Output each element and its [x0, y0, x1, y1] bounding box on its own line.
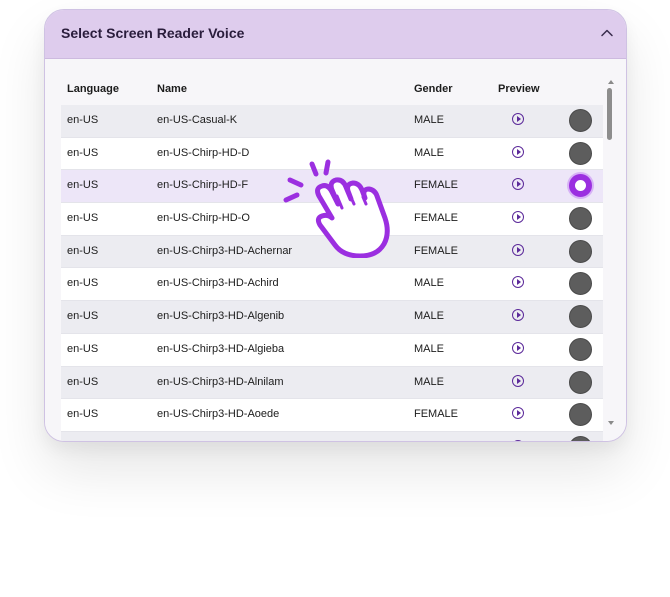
table-row[interactable]: en-US en-US-Chirp-HD-F FEMALE — [61, 170, 603, 204]
language-cell: en-US — [67, 408, 99, 421]
table-row[interactable]: en-US en-US-Chirp3-HD-Algieba MALE — [61, 333, 603, 367]
play-preview-icon[interactable] — [512, 178, 524, 191]
gender-cell: MALE — [414, 375, 444, 388]
gender-cell: FEMALE — [414, 408, 459, 421]
table-row[interactable]: en-US en-US-Chirp-HD-D MALE — [61, 137, 603, 171]
voice-list[interactable]: Language Name Gender Preview en-US en-US-… — [45, 59, 626, 441]
voice-name-cell: en-US-Chirp3-HD-Alnilam — [157, 375, 284, 388]
voice-select-radio[interactable] — [569, 403, 592, 427]
gender-cell: MALE — [414, 342, 444, 355]
voice-select-panel: Select Screen Reader Voice Language Name… — [44, 9, 627, 442]
play-preview-icon[interactable] — [512, 407, 524, 420]
language-cell: en-US — [67, 375, 99, 388]
voice-name-cell: en-US-Chirp3-HD-Achird — [157, 277, 279, 290]
voice-name-cell: en-US-Chirp3-HD-Achernar — [157, 244, 293, 257]
voice-select-radio[interactable] — [569, 370, 592, 394]
language-cell: en-US — [67, 212, 99, 225]
table-row[interactable] — [61, 431, 603, 441]
language-cell: en-US — [67, 114, 99, 126]
gender-cell: MALE — [414, 146, 444, 159]
voice-select-radio[interactable] — [569, 305, 592, 329]
gender-cell: MALE — [414, 277, 444, 290]
voice-name-cell: en-US-Chirp-HD-D — [157, 146, 250, 159]
panel-header[interactable]: Select Screen Reader Voice — [45, 10, 626, 59]
table-row[interactable]: en-US en-US-Chirp3-HD-Achird MALE — [61, 268, 603, 302]
table-row[interactable]: en-US en-US-Chirp3-HD-Aoede FEMALE — [61, 399, 603, 432]
language-cell: en-US — [67, 310, 99, 323]
voice-select-radio[interactable] — [569, 239, 592, 263]
voice-select-radio[interactable] — [569, 141, 592, 165]
play-preview-icon[interactable] — [512, 374, 524, 387]
table-row[interactable]: en-US en-US-Chirp3-HD-Achernar FEMALE — [61, 235, 603, 269]
play-preview-icon[interactable] — [512, 309, 524, 322]
language-cell: en-US — [67, 146, 99, 159]
column-header-preview: Preview — [498, 83, 540, 95]
voice-select-radio[interactable] — [569, 435, 592, 441]
voice-select-radio[interactable] — [569, 272, 592, 296]
scroll-up-arrow-icon[interactable] — [608, 80, 614, 84]
play-preview-icon[interactable] — [512, 113, 524, 125]
gender-cell: MALE — [414, 114, 444, 126]
column-header-gender: Gender — [414, 83, 453, 95]
column-header-language: Language — [67, 83, 119, 95]
play-preview-icon[interactable] — [512, 145, 524, 158]
voice-name-cell: en-US-Chirp-HD-O — [157, 212, 250, 225]
play-preview-icon[interactable] — [512, 243, 524, 256]
voice-name-cell: en-US-Casual-K — [157, 114, 238, 126]
table-header: Language Name Gender Preview — [61, 59, 603, 105]
language-cell: en-US — [67, 244, 99, 257]
voice-name-cell: en-US-Chirp3-HD-Aoede — [157, 408, 280, 421]
language-cell: en-US — [67, 179, 99, 192]
gender-cell: FEMALE — [414, 212, 459, 225]
voice-select-radio[interactable] — [569, 174, 592, 198]
scroll-down-arrow-icon[interactable] — [608, 421, 614, 425]
gender-cell: FEMALE — [414, 244, 459, 257]
table-body: en-US en-US-Casual-K MALE en-US en-US-Chirp-… — [61, 105, 603, 441]
table-row[interactable]: en-US en-US-Chirp3-HD-Algenib MALE — [61, 301, 603, 334]
chevron-up-icon[interactable] — [600, 26, 614, 40]
play-preview-icon[interactable] — [512, 439, 524, 441]
table-row[interactable]: en-US en-US-Casual-K MALE — [61, 105, 603, 138]
play-preview-icon[interactable] — [512, 276, 524, 289]
gender-cell: MALE — [414, 310, 444, 323]
voice-name-cell: en-US-Chirp-HD-F — [157, 179, 249, 192]
column-header-name: Name — [157, 83, 187, 95]
vertical-scrollbar[interactable] — [607, 80, 614, 425]
play-preview-icon[interactable] — [512, 341, 524, 354]
language-cell: en-US — [67, 342, 99, 355]
voice-name-cell: en-US-Chirp3-HD-Algenib — [157, 310, 285, 323]
panel-title: Select Screen Reader Voice — [61, 25, 245, 41]
language-cell: en-US — [67, 277, 99, 290]
voice-select-radio[interactable] — [569, 207, 592, 231]
gender-cell: FEMALE — [414, 179, 459, 192]
voice-select-radio[interactable] — [569, 109, 592, 132]
table-row[interactable]: en-US en-US-Chirp3-HD-Alnilam MALE — [61, 366, 603, 400]
voice-name-cell: en-US-Chirp3-HD-Algieba — [157, 342, 285, 355]
scroll-thumb[interactable] — [607, 88, 612, 140]
play-preview-icon[interactable] — [512, 211, 524, 224]
voice-select-radio[interactable] — [569, 337, 592, 361]
table-row[interactable]: en-US en-US-Chirp-HD-O FEMALE — [61, 203, 603, 236]
